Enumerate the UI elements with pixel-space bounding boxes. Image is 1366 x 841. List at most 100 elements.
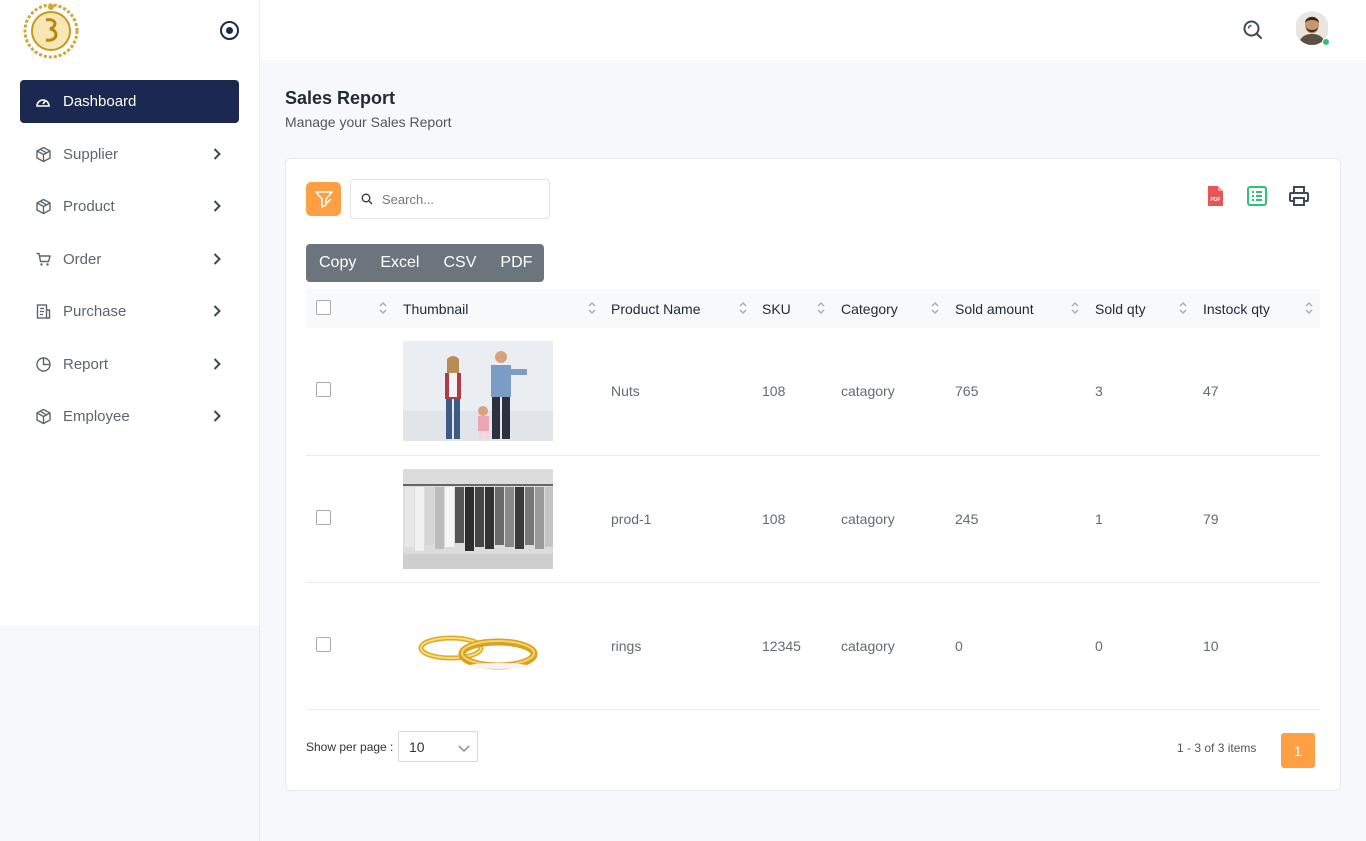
product-thumbnail-rings[interactable] — [403, 595, 553, 696]
sales-table: Thumbnail Product Name SKU Category Sold… — [306, 289, 1320, 710]
page-button-1[interactable]: 1 — [1281, 733, 1315, 768]
search-icon — [361, 193, 373, 205]
svg-text:PDF: PDF — [1211, 197, 1221, 203]
sidebar-item-dashboard[interactable]: Dashboard — [20, 80, 239, 123]
product-sku: 12345 — [762, 637, 801, 654]
pdf-button[interactable]: PDF — [488, 244, 544, 282]
column-header-sold-amount: Sold amount — [955, 300, 1034, 317]
copy-button[interactable]: Copy — [306, 244, 368, 282]
sidebar-item-supplier[interactable]: Supplier — [20, 133, 239, 176]
filter-icon — [314, 191, 333, 208]
column-header-category: Category — [841, 300, 898, 317]
row-checkbox[interactable] — [316, 509, 331, 525]
sidebar-item-label: Report — [63, 355, 109, 373]
column-header-sku: SKU — [762, 300, 791, 317]
sort-icon[interactable] — [1070, 299, 1080, 317]
box-icon — [34, 198, 52, 216]
sold-qty: 0 — [1095, 637, 1103, 654]
column-header-product-name: Product Name — [611, 300, 701, 317]
product-name: Nuts — [611, 383, 640, 400]
sales-report-card: PDF Copy Excel CSV PDF — [285, 158, 1341, 791]
excel-button[interactable]: Excel — [368, 244, 431, 282]
top-header — [260, 0, 1366, 60]
page-subtitle: Manage your Sales Report — [285, 114, 452, 130]
sort-icon[interactable] — [378, 299, 388, 317]
sidebar-item-employee[interactable]: Employee — [20, 395, 239, 438]
print-icon[interactable] — [1288, 185, 1310, 207]
sidebar-nav: Dashboard Supplier Product Order Purchas… — [20, 80, 239, 448]
instock-qty: 10 — [1203, 637, 1219, 654]
chevron-right-icon — [213, 147, 221, 160]
sidebar-item-purchase[interactable]: Purchase — [20, 290, 239, 333]
product-name: prod-1 — [611, 510, 652, 527]
cart-icon — [34, 250, 52, 268]
sidebar-item-label: Dashboard — [63, 93, 137, 110]
product-sku: 108 — [762, 510, 786, 527]
sidebar-item-label: Product — [63, 198, 115, 215]
row-checkbox[interactable] — [316, 636, 331, 652]
sidebar-item-label: Employee — [63, 408, 130, 425]
chevron-right-icon — [213, 410, 221, 422]
pagination-range: 1 - 3 of 3 items — [1177, 741, 1257, 755]
filter-button[interactable] — [306, 182, 341, 216]
sidebar-toggle-button[interactable] — [220, 21, 239, 40]
table-row: prod-1 108 catagory 245 1 79 — [306, 455, 1320, 582]
sidebar-item-label: Purchase — [63, 303, 127, 320]
chevron-right-icon — [213, 252, 221, 265]
user-avatar[interactable] — [1296, 10, 1330, 46]
receipt-icon — [34, 303, 52, 321]
sidebar-item-report[interactable]: Report — [20, 343, 239, 386]
sidebar-empty-area — [0, 625, 260, 841]
product-category: catagory — [841, 383, 895, 400]
sort-icon[interactable] — [587, 299, 597, 317]
pdf-export-icon[interactable]: PDF — [1204, 185, 1226, 207]
box-icon — [34, 145, 52, 163]
sold-amount: 0 — [955, 637, 963, 654]
product-category: catagory — [841, 637, 895, 654]
product-category: catagory — [841, 510, 895, 527]
sort-icon[interactable] — [1178, 299, 1188, 317]
search-field[interactable] — [350, 179, 550, 219]
csv-button[interactable]: CSV — [431, 244, 488, 282]
search-icon[interactable] — [1241, 18, 1265, 42]
sort-icon[interactable] — [738, 299, 748, 317]
table-header-row: Thumbnail Product Name SKU Category Sold… — [306, 289, 1320, 328]
sort-icon[interactable] — [816, 299, 826, 317]
sidebar-item-order[interactable]: Order — [20, 238, 239, 281]
sidebar-item-product[interactable]: Product — [20, 185, 239, 228]
product-thumbnail-family[interactable] — [403, 341, 553, 442]
column-header-sold-qty: Sold qty — [1095, 300, 1146, 317]
table-row: rings 12345 catagory 0 0 10 — [306, 582, 1320, 709]
chevron-right-icon — [213, 357, 221, 370]
brand-logo[interactable] — [22, 2, 80, 60]
page-title: Sales Report — [285, 88, 396, 108]
sold-amount: 245 — [955, 510, 979, 527]
dashboard-gauge-icon — [34, 93, 52, 111]
per-page-select[interactable]: 10 — [398, 731, 478, 762]
export-actions: PDF — [1204, 185, 1310, 207]
sold-amount: 765 — [955, 383, 979, 400]
sold-qty: 3 — [1095, 383, 1103, 400]
search-input[interactable] — [382, 191, 532, 207]
pie-chart-icon — [34, 355, 52, 373]
row-checkbox[interactable] — [316, 382, 331, 398]
sort-icon[interactable] — [1304, 299, 1314, 317]
chevron-down-icon — [458, 745, 470, 752]
column-header-instock-qty: Instock qty — [1203, 300, 1270, 317]
instock-qty: 79 — [1203, 510, 1219, 527]
box-icon — [34, 408, 52, 426]
select-all-checkbox[interactable] — [316, 299, 331, 315]
sidebar: Dashboard Supplier Product Order Purchas… — [0, 0, 260, 625]
instock-qty: 47 — [1203, 383, 1219, 400]
sort-icon[interactable] — [930, 299, 940, 317]
product-thumbnail-clothes[interactable] — [403, 468, 553, 569]
per-page-label: Show per page : — [306, 740, 394, 754]
excel-export-icon[interactable] — [1246, 185, 1268, 207]
online-status-indicator — [1322, 38, 1330, 46]
chevron-right-icon — [213, 200, 221, 212]
product-sku: 108 — [762, 383, 786, 400]
chevron-right-icon — [213, 305, 221, 317]
column-header-thumbnail: Thumbnail — [403, 300, 469, 317]
sidebar-item-label: Order — [63, 250, 102, 268]
table-row: Nuts 108 catagory 765 3 47 — [306, 328, 1320, 455]
